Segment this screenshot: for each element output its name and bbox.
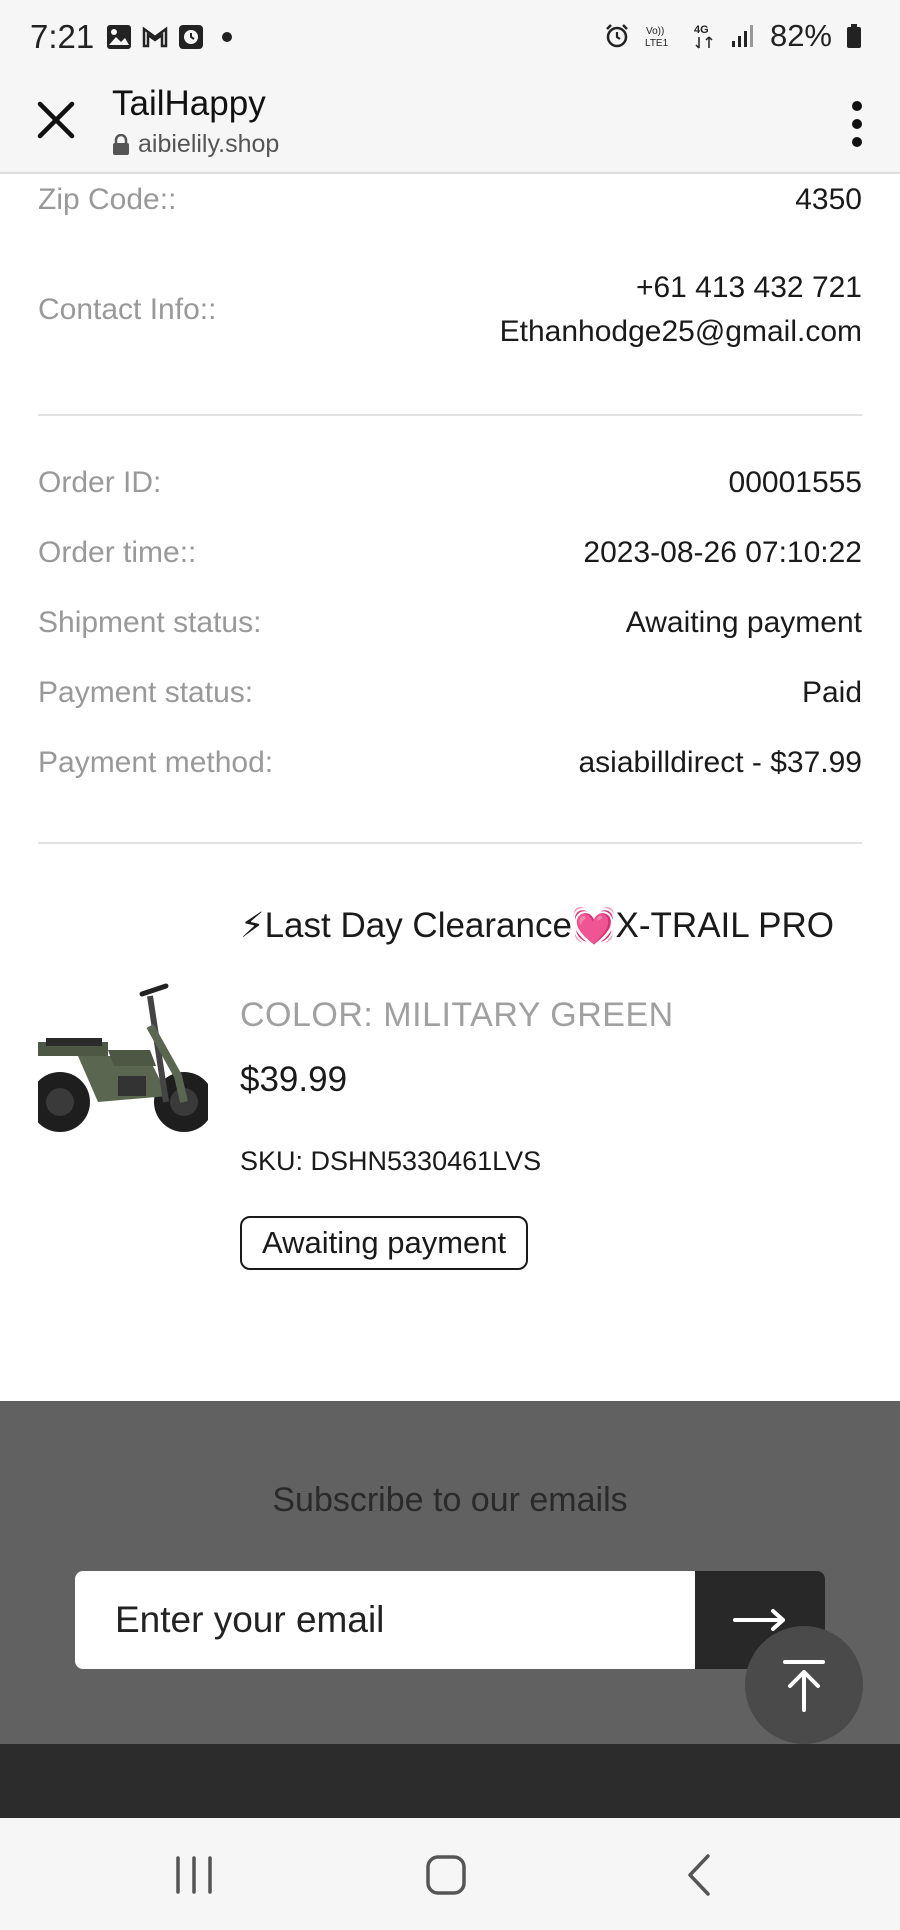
payment-status-label: Payment status: (38, 676, 254, 709)
shipment-status-label: Shipment status: (38, 606, 262, 639)
contact-phone: +61 413 432 721 (635, 271, 862, 304)
shipment-status-row: Shipment status: Awaiting payment (38, 598, 862, 648)
status-notification-icons (106, 24, 232, 50)
arrow-up-icon (783, 1660, 825, 1712)
status-system-icons: Vo)) LTE1 4G 82% (604, 18, 862, 54)
status-time: 7:21 (30, 18, 95, 55)
payment-method-row: Payment method: asiabilldirect - $37.99 (38, 738, 862, 788)
notification-dot-icon (222, 32, 232, 42)
divider (38, 414, 862, 416)
order-id-label: Order ID: (38, 466, 162, 499)
order-id-row: Order ID: 00001555 (38, 458, 862, 508)
alarm-icon (606, 24, 628, 48)
status-badge: Awaiting payment (240, 1216, 529, 1270)
svg-text:LTE1: LTE1 (645, 38, 669, 49)
order-time-value: 2023-08-26 07:10:22 (583, 536, 862, 569)
zip-label: Zip Code:: (38, 183, 177, 216)
more-options-icon[interactable] (842, 96, 872, 152)
product-variant: COLOR: MILITARY GREEN (240, 996, 674, 1034)
email-field[interactable] (115, 1571, 675, 1669)
zip-value: 4350 (795, 183, 862, 216)
payment-method-label: Payment method: (38, 746, 274, 779)
order-time-row: Order time:: 2023-08-26 07:10:22 (38, 528, 862, 578)
payment-status-value: Paid (801, 676, 862, 709)
product-image[interactable] (38, 926, 208, 1166)
gmail-icon (142, 26, 168, 48)
recent-apps-icon[interactable] (164, 1848, 224, 1902)
payment-method-value: asiabilldirect - $37.99 (578, 746, 863, 779)
close-icon[interactable] (34, 98, 78, 142)
battery-percent: 82% (769, 18, 832, 53)
back-icon[interactable] (670, 1848, 730, 1902)
image-icon (107, 25, 131, 49)
4g-icon: 4G (694, 24, 713, 49)
product-price: $39.99 (240, 1060, 348, 1099)
product-sku: SKU: DSHN5330461LVS (240, 1146, 542, 1176)
system-navigation-bar (0, 1818, 900, 1930)
home-icon[interactable] (416, 1848, 476, 1902)
shipment-status-value: Awaiting payment (625, 606, 862, 639)
order-details: Zip Code:: 4350 Contact Info:: +61 413 4… (0, 176, 900, 1401)
order-time-label: Order time:: (38, 536, 197, 569)
site-url: aibielily.shop (138, 130, 280, 158)
email-field-container (75, 1571, 695, 1669)
custom-tab-header: TailHappy aibielily.shop (0, 76, 900, 174)
clock-app-icon (179, 25, 203, 49)
url-row[interactable]: aibielily.shop (112, 130, 279, 159)
volte-icon: Vo))LTE1 (645, 26, 669, 49)
order-id-value: 00001555 (728, 466, 862, 499)
contact-values: +61 413 432 721 Ethanhodge25@gmail.com (500, 271, 862, 349)
signal-icon (731, 25, 753, 47)
contact-email: Ethanhodge25@gmail.com (499, 315, 862, 348)
divider (38, 842, 862, 844)
battery-icon (847, 24, 861, 48)
page-title: TailHappy (112, 84, 266, 123)
product-title[interactable]: ⚡Last Day Clearance💓X-TRAIL PRO (240, 902, 860, 950)
back-to-top-button[interactable] (745, 1626, 863, 1744)
zip-row: Zip Code:: 4350 (38, 170, 862, 230)
lock-icon (113, 133, 129, 155)
svg-text:4G: 4G (694, 24, 709, 36)
contact-row: Contact Info:: +61 413 432 721 Ethanhodg… (38, 264, 862, 356)
status-bar: 7:21 Vo)) LTE1 4G 82% (0, 0, 900, 76)
payment-status-row: Payment status: Paid (38, 668, 862, 718)
subscribe-heading: Subscribe to our emails (272, 1481, 628, 1519)
footer-newsletter: Subscribe to our emails (0, 1401, 900, 1744)
footer-bottom-bar (0, 1744, 900, 1818)
svg-text:Vo)): Vo)) (646, 26, 664, 37)
contact-label: Contact Info:: (38, 293, 217, 326)
